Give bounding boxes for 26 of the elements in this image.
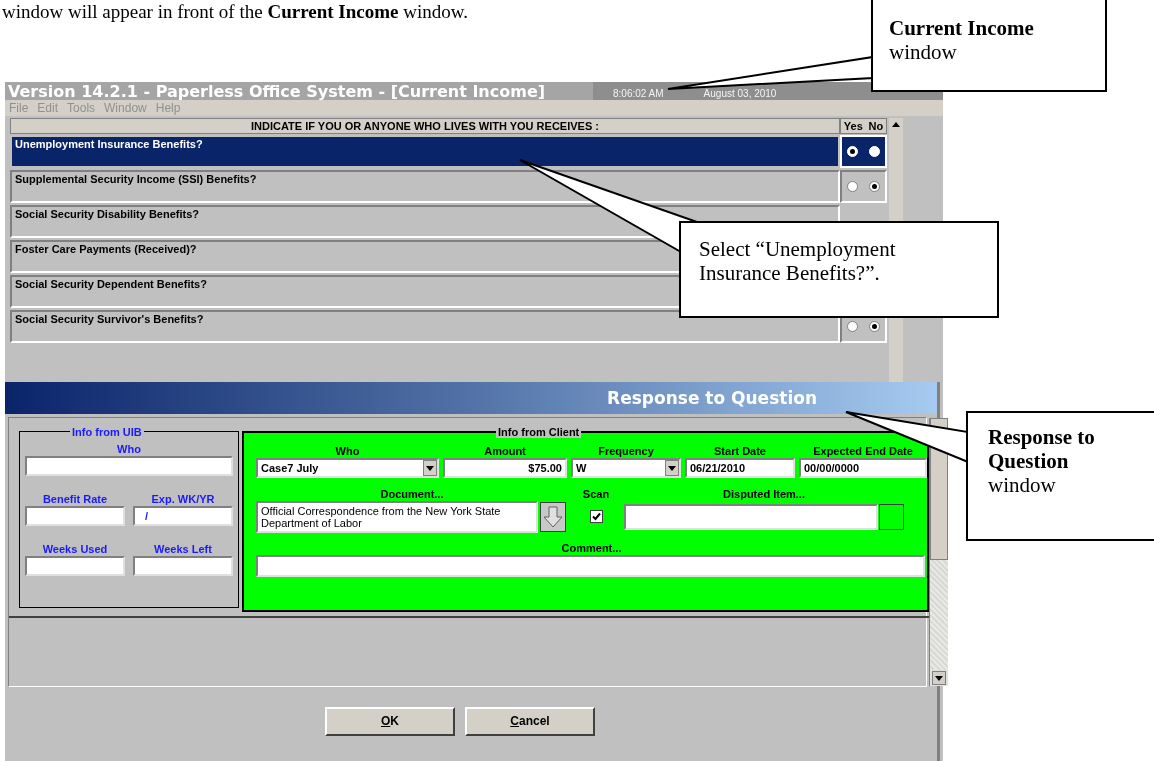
yes-header: Yes <box>843 118 863 133</box>
field-label: Weeks Left <box>153 541 213 556</box>
field-label: Expected End Date <box>812 443 914 458</box>
field-label: Exp. WK/YR <box>150 491 216 506</box>
field-label: Who <box>116 441 142 456</box>
time-text: 8:06:02 AM <box>613 88 664 99</box>
window-title: Version 14.2.1 - Paperless Office System - [Current Income] <box>7 81 546 101</box>
callout-text: Response to Question window <box>988 425 1096 497</box>
field-label: Weeks Used <box>41 541 109 556</box>
dialog-title: Response to Question <box>607 387 817 408</box>
field-label: Scan <box>581 486 611 501</box>
column-header: INDICATE IF YOU OR ANYONE WHO LIVES WITH YOU RECEIVES : <box>10 117 840 134</box>
field-label: Start Date <box>713 443 767 458</box>
no-header: No <box>868 118 884 133</box>
date-text: August 03, 2010 <box>703 88 777 99</box>
group-legend: Info from Client <box>496 425 582 438</box>
field-label: Comment... <box>560 540 623 555</box>
field-label: Who <box>334 443 361 458</box>
field-label: Disputed Item... <box>722 486 806 501</box>
callout-text: Current Income window <box>889 16 1035 64</box>
field-label: Document... <box>379 486 445 501</box>
field-label: Amount <box>483 443 527 458</box>
field-label: Benefit Rate <box>41 491 109 506</box>
group-legend: Info from UIB <box>70 425 144 438</box>
field-label: Frequency <box>597 443 655 458</box>
document-text: window will appear in front of the Current Income window. <box>1 0 469 24</box>
